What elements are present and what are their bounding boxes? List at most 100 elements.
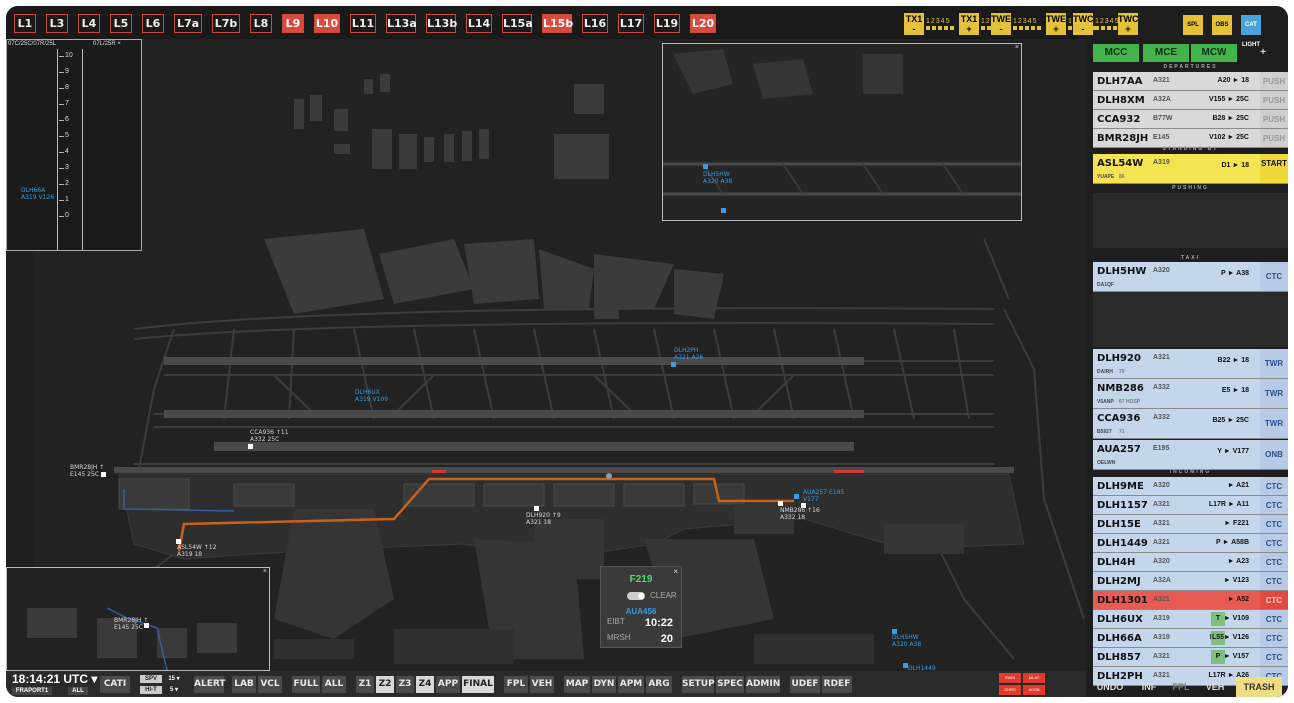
bottom-button-app[interactable]: APP xyxy=(436,676,460,693)
flight-strip[interactable]: AUA257 E195 Y ► V177 ONB OELWN xyxy=(1093,440,1288,470)
layer-button-l7b[interactable]: L7b xyxy=(212,14,240,33)
bottom-button-spec[interactable]: SPEC xyxy=(716,676,744,693)
strip-action-button[interactable]: PUSH xyxy=(1260,110,1288,128)
swin-indicator[interactable]: SWIN xyxy=(999,673,1021,683)
aircraft-marker[interactable] xyxy=(101,472,106,477)
obs-button[interactable]: OBS xyxy=(1212,15,1232,35)
bottom-button-apm[interactable]: APM xyxy=(618,676,644,693)
bottom-button-lab[interactable]: LAB xyxy=(232,676,256,693)
aircraft-tag[interactable]: DLH6UX A319 V109 xyxy=(355,389,395,403)
aircraft-tag[interactable]: DLH2PH A321 A26 xyxy=(674,347,710,361)
bottom-button-full[interactable]: FULL xyxy=(292,676,320,693)
flight-strip[interactable]: DLH1301 A321 ► A52 CTC xyxy=(1093,591,1288,610)
aircraft-marker[interactable] xyxy=(778,501,783,506)
strip-action-button[interactable]: CTC xyxy=(1260,477,1288,495)
tab-mce[interactable]: MCE xyxy=(1143,44,1189,62)
layer-button-l9[interactable]: L9 xyxy=(282,14,304,33)
bottom-button-z1[interactable]: Z1 xyxy=(356,676,374,693)
flight-strip[interactable]: DLH2MJ A32A ► V123 CTC xyxy=(1093,572,1288,591)
strip-clearance-box[interactable]: L55 xyxy=(1211,631,1225,645)
flight-strip[interactable]: DLH7AA A321 A20 ► 18 PUSH xyxy=(1093,72,1288,91)
spv-select[interactable]: 15 ▾ xyxy=(164,675,184,683)
layer-button-l8[interactable]: L8 xyxy=(250,14,272,33)
layer-button-l10[interactable]: L10 xyxy=(314,14,340,33)
aircraft-tag[interactable]: DLH920 ↑9 A321 18 xyxy=(526,512,566,526)
bottom-button-rdef[interactable]: RDEF xyxy=(822,676,852,693)
strip-action-button[interactable]: TWR xyxy=(1260,379,1288,408)
aircraft-marker[interactable] xyxy=(903,663,908,668)
hit-select[interactable]: 5 ▾ xyxy=(164,686,184,694)
runway-distance-panel[interactable]: 07C/25C/07R/25L 07L/25R × 10 9 8 7 6 5 4 3 2 1 0 D… xyxy=(6,39,142,251)
layer-button-l13b[interactable]: L13b xyxy=(426,14,457,33)
chrs-indicator[interactable]: CHRS xyxy=(999,685,1021,695)
layer-button-l1[interactable]: L1 xyxy=(14,14,36,33)
inset-close-icon[interactable]: × xyxy=(1015,44,1019,51)
flight-strip[interactable]: DLH1157 A321 L17R ► A11 CTC xyxy=(1093,496,1288,515)
aircraft-marker[interactable] xyxy=(248,444,253,449)
bottom-button-final[interactable]: FINAL xyxy=(462,676,494,693)
strip-clearance-box[interactable]: P xyxy=(1211,650,1225,664)
inset-map-north[interactable]: DLH5HW A320 A38 × xyxy=(662,43,1022,221)
strip-action-button[interactable]: CTC xyxy=(1260,591,1288,609)
tx-label[interactable]: TWE + xyxy=(1046,13,1066,35)
stand-popup[interactable]: F219 × CLEAR AUA456 EIBT 10:22 MRSH 20 xyxy=(600,566,682,648)
bottom-button-map[interactable]: MAP xyxy=(564,676,590,693)
strip-action-button[interactable]: CTC xyxy=(1260,648,1288,666)
flight-strip[interactable]: CCA932 B77W B28 ► 25C PUSH xyxy=(1093,110,1288,129)
strip-action-button[interactable]: CTC xyxy=(1260,553,1288,571)
tx-label[interactable]: TWE - xyxy=(991,13,1011,35)
strip-action-button[interactable]: TWR xyxy=(1260,409,1288,438)
bottom-button-z4[interactable]: Z4 xyxy=(416,676,434,693)
layer-button-l4[interactable]: L4 xyxy=(78,14,100,33)
aircraft-marker[interactable] xyxy=(703,164,708,169)
spl-button[interactable]: SPL xyxy=(1183,15,1203,35)
tx-label[interactable]: TX1- xyxy=(904,13,924,35)
airport-map[interactable]: 07C/25C/07R/25L 07L/25R × 10 9 8 7 6 5 4 3 2 1 0 D… xyxy=(6,39,1086,672)
aircraft-marker[interactable] xyxy=(671,362,676,367)
all-small-button[interactable]: ALL xyxy=(68,687,88,695)
aircraft-marker[interactable] xyxy=(144,623,149,628)
layer-button-l7a[interactable]: L7a xyxy=(174,14,202,33)
flight-strip[interactable]: NMB286 A332 E5 ► 18 TWR V5ANP 67 HOSP xyxy=(1093,379,1288,409)
strip-clearance-box[interactable]: T xyxy=(1211,612,1225,626)
bottom-button-setup[interactable]: SETUP xyxy=(682,676,715,693)
strip-action-button[interactable]: PUSH xyxy=(1260,72,1288,90)
layer-button-l13a[interactable]: L13a xyxy=(386,14,417,33)
bottom-button-z3[interactable]: Z3 xyxy=(396,676,414,693)
flight-strip[interactable]: DLH1449 A321 P ► A58B CTC xyxy=(1093,534,1288,553)
bottom-button-admin[interactable]: ADMIN xyxy=(746,676,780,693)
strip-action-button[interactable]: ONB xyxy=(1260,440,1288,469)
tx-group[interactable]: TWC + xyxy=(1118,13,1170,35)
clear-toggle[interactable] xyxy=(627,592,645,600)
tab-mcw[interactable]: MCW xyxy=(1191,44,1237,62)
aircraft-tag[interactable]: DLH66A A319 V126 xyxy=(21,187,61,201)
strip-action-button[interactable]: CTC xyxy=(1260,262,1288,291)
cat-button[interactable]: CATI xyxy=(100,676,130,693)
bottom-action-fpl[interactable]: FPL xyxy=(1168,677,1194,697)
layer-button-l20[interactable]: L20 xyxy=(690,14,716,33)
bottom-button-arg[interactable]: ARG xyxy=(646,676,672,693)
flight-strip[interactable]: CCA936 A332 B25 ► 25C TWR B5927 71 xyxy=(1093,409,1288,439)
aircraft-marker[interactable] xyxy=(892,629,897,634)
flight-strip[interactable]: DLH8XM A32A V155 ► 25C PUSH xyxy=(1093,91,1288,110)
aircraft-tag[interactable]: DLH5HW A320 A38 xyxy=(892,634,928,648)
aircraft-marker[interactable] xyxy=(534,506,539,511)
tx-label[interactable]: TX1 + xyxy=(959,13,979,35)
bottom-action-undo[interactable]: UNDO xyxy=(1092,677,1128,697)
fraport-button[interactable]: FRAPORT1 xyxy=(12,687,52,695)
bottom-action-inf[interactable]: INF xyxy=(1134,677,1164,697)
tx-group[interactable]: TWE -12345 xyxy=(991,13,1043,35)
utc-clock[interactable]: 18:14:21 UTC ▾ xyxy=(12,672,97,686)
layer-button-l11[interactable]: L11 xyxy=(350,14,376,33)
tx-group[interactable]: TX1-12345 xyxy=(904,13,956,35)
aircraft-tag[interactable]: ASL54W ↑12 A319 18 xyxy=(177,544,217,558)
layer-button-l14[interactable]: L14 xyxy=(466,14,492,33)
bottom-button-fpl[interactable]: FPL xyxy=(504,676,528,693)
layer-button-l3[interactable]: L3 xyxy=(46,14,68,33)
popup-close-icon[interactable]: × xyxy=(673,567,678,576)
flight-strip[interactable]: ASL54W A319 D1 ► 18 START YUAPE 86 xyxy=(1093,154,1288,184)
flight-strip[interactable]: DLH9ME A320 ► A21 CTC xyxy=(1093,477,1288,496)
tab-mcc[interactable]: MCC xyxy=(1093,44,1139,62)
flight-strip[interactable]: DLH15E A321 ► F221 CTC xyxy=(1093,515,1288,534)
layer-button-l17[interactable]: L17 xyxy=(618,14,644,33)
